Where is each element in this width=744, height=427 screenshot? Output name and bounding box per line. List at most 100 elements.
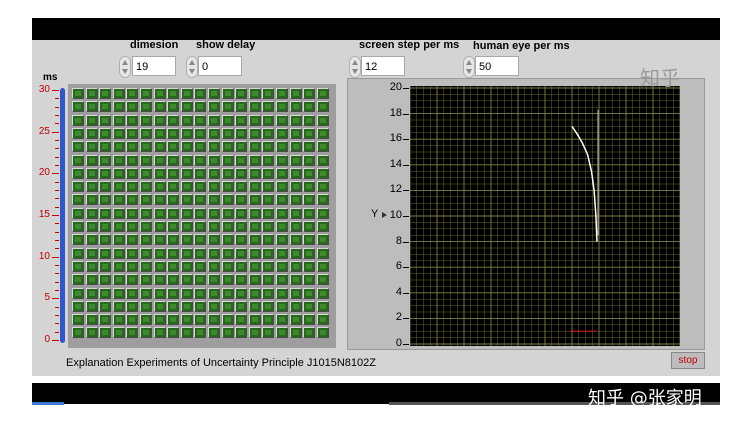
led-cell: [276, 181, 288, 193]
led-cell: [126, 141, 139, 153]
led-cell: [208, 221, 220, 232]
led-cell: [140, 274, 152, 286]
slider-minor-tick: [55, 206, 59, 208]
led-cell: [208, 141, 220, 153]
led-cell: [194, 260, 207, 272]
led-cell: [221, 314, 234, 326]
led-cell: [248, 314, 261, 326]
led-cell: [140, 207, 152, 219]
led-cell: [235, 167, 248, 179]
show-delay-spinner[interactable]: [186, 56, 198, 78]
led-cell: [194, 101, 207, 113]
slider-tick-label: 10: [38, 250, 50, 262]
led-cell: [289, 181, 302, 193]
led-cell: [262, 181, 275, 193]
led-cell: [316, 181, 329, 193]
y-tick-label: 2: [395, 311, 402, 324]
led-cell: [289, 194, 302, 206]
led-cell: [153, 300, 166, 312]
led-cell: [248, 300, 261, 312]
led-cell: [248, 221, 261, 232]
led-cell: [208, 247, 220, 259]
led-cell: [262, 247, 275, 259]
y-tick-mark: [403, 241, 409, 243]
led-cell: [248, 194, 261, 206]
led-cell: [153, 181, 166, 193]
led-cell: [289, 114, 302, 126]
led-cell: [303, 327, 316, 339]
led-cell: [289, 88, 302, 99]
y-tick-label: 0: [395, 337, 402, 349]
led-cell: [112, 207, 125, 219]
led-cell: [112, 314, 125, 326]
delay-slider[interactable]: [60, 88, 65, 343]
led-cell: [72, 327, 84, 339]
led-cell: [153, 194, 166, 206]
led-cell: [316, 287, 329, 299]
led-cell: [180, 101, 193, 113]
led-cell: [194, 287, 207, 299]
led-cell: [235, 287, 248, 299]
dimension-spinner[interactable]: [119, 56, 131, 78]
led-cell: [221, 88, 234, 99]
led-cell: [180, 327, 193, 339]
led-cell: [289, 207, 302, 219]
slider-tick-label: 30: [38, 84, 50, 95]
led-cell: [248, 154, 261, 166]
led-cell: [99, 141, 112, 153]
led-cell: [303, 141, 316, 153]
led-cell: [208, 287, 220, 299]
led-cell: [316, 194, 329, 206]
led-cell: [140, 260, 152, 272]
led-cell: [72, 287, 84, 299]
screen-step-input[interactable]: 12: [361, 56, 405, 76]
led-cell: [167, 247, 180, 259]
led-cell: [276, 327, 288, 339]
led-cell: [153, 88, 166, 99]
led-cell: [221, 127, 234, 139]
led-cell: [72, 314, 84, 326]
led-cell: [235, 88, 248, 99]
led-cell: [316, 300, 329, 312]
y-tick-mark: [403, 216, 409, 217]
led-cell: [112, 141, 125, 153]
led-cell: [140, 327, 152, 339]
led-cell: [99, 274, 112, 286]
led-cell: [276, 287, 288, 299]
led-cell: [140, 101, 152, 113]
led-cell: [221, 260, 234, 272]
human-eye-spinner[interactable]: [463, 56, 475, 78]
led-cell: [99, 234, 112, 246]
slider-major-tick: [52, 340, 59, 341]
y-tick-label: 14: [389, 157, 402, 170]
dimension-input[interactable]: 19: [132, 56, 176, 76]
led-cell: [85, 287, 98, 299]
slider-units-label: ms: [43, 72, 58, 83]
show-delay-input[interactable]: 0: [198, 56, 242, 76]
led-cell: [112, 221, 125, 232]
led-cell: [248, 181, 261, 193]
led-cell: [85, 127, 98, 139]
led-cell: [248, 327, 261, 339]
led-cell: [85, 260, 98, 272]
graph-svg: [410, 86, 680, 346]
led-cell: [167, 221, 180, 232]
stop-button[interactable]: stop: [671, 352, 705, 369]
led-cell: [126, 88, 139, 99]
human-eye-input[interactable]: 50: [475, 56, 519, 76]
led-cell: [262, 194, 275, 206]
led-cell: [99, 88, 112, 99]
slider-minor-tick: [55, 315, 59, 316]
led-cell: [72, 234, 84, 246]
show-delay-label: show delay: [196, 39, 256, 51]
led-cell: [316, 167, 329, 179]
led-cell: [126, 127, 139, 139]
led-cell: [126, 234, 139, 246]
led-cell: [85, 88, 98, 99]
led-cell: [194, 314, 207, 326]
led-cell: [167, 114, 180, 126]
led-cell: [72, 221, 84, 232]
led-cell: [99, 314, 112, 326]
led-cell: [167, 141, 180, 153]
screen-step-spinner[interactable]: [349, 56, 361, 78]
